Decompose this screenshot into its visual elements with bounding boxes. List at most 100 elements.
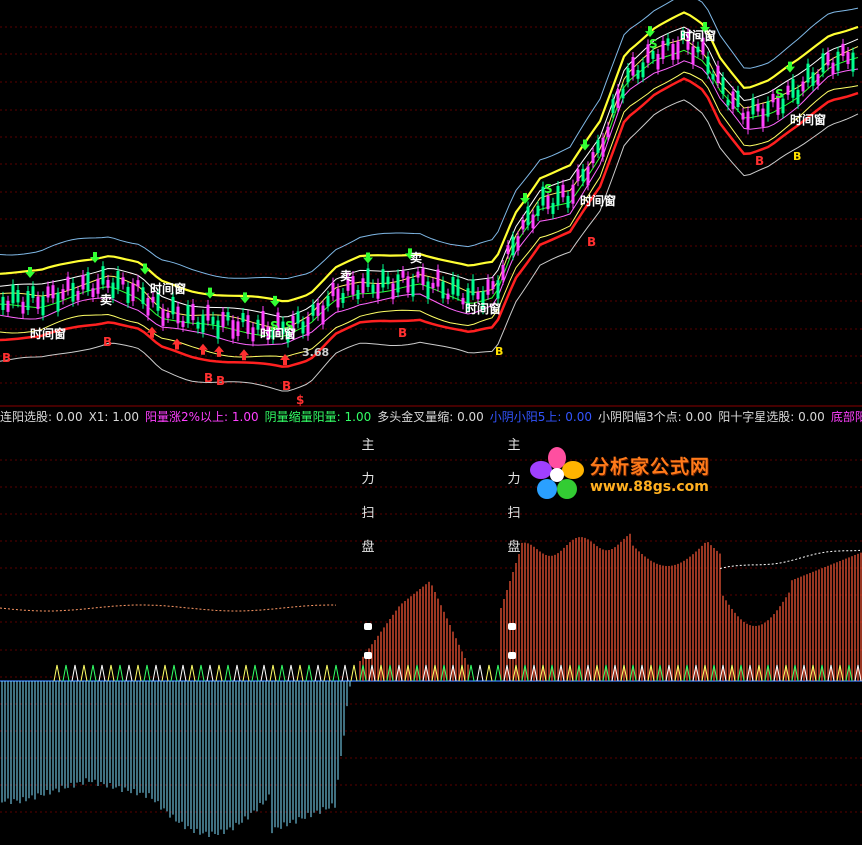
candle-body — [566, 195, 570, 208]
candle-body — [526, 206, 530, 226]
indicator-readout-bar: 连阳选股: 0.00 X1: 1.00 阳量涨2%以上: 1.00 阴量缩量阳量: 1… — [0, 408, 862, 426]
candle-body — [311, 304, 315, 316]
hand-icon — [364, 652, 372, 659]
candle-body — [211, 316, 215, 325]
candle-body — [6, 300, 10, 312]
candle-body — [791, 79, 795, 98]
signal-spike — [80, 664, 88, 682]
candle-body — [51, 285, 55, 299]
candle-body — [406, 276, 410, 293]
indicator-item: 多头金叉量缩: 0.00 — [377, 410, 484, 424]
signal-spike — [62, 664, 70, 682]
candle-body — [741, 112, 745, 120]
signal-spike — [116, 664, 124, 682]
candle-body — [486, 279, 490, 295]
candle-body — [616, 89, 620, 108]
signal-spike — [269, 664, 277, 682]
sell-arrow-icon — [205, 287, 215, 299]
candle-body — [191, 303, 195, 321]
sell-marker: S — [544, 182, 553, 196]
candle-body — [606, 126, 610, 138]
sell-arrow-icon — [363, 252, 373, 264]
candle-body — [336, 288, 340, 308]
hand-icon — [364, 623, 372, 630]
buy-marker: B — [2, 351, 11, 365]
candle-body — [766, 101, 770, 117]
sell-cn-label: 卖 — [100, 292, 112, 307]
candle-body — [426, 281, 430, 299]
dollar-marker: $ — [296, 393, 304, 407]
candle-body — [716, 65, 720, 84]
candle-body — [516, 236, 520, 251]
signal-spike — [188, 664, 196, 682]
candle-body — [106, 279, 110, 288]
candle-body — [146, 298, 150, 316]
candle-body — [756, 103, 760, 112]
candle-body — [316, 303, 320, 316]
candle-body — [411, 278, 415, 297]
candle-body — [71, 282, 75, 302]
sell-cn-label: 卖 — [340, 268, 352, 283]
candle-body — [91, 288, 95, 297]
candle-body — [431, 282, 435, 289]
candle-body — [341, 293, 345, 303]
candle-body — [571, 184, 575, 204]
vertical-label-left: 主 力 扫 盘 — [360, 429, 376, 565]
candle-body — [691, 46, 695, 64]
candle-body — [671, 43, 675, 60]
candle-body — [711, 74, 715, 80]
candle-body — [21, 301, 25, 314]
price-marker: 3.68 — [302, 346, 329, 359]
vertical-label-right: 主 力 扫 盘 — [506, 429, 522, 565]
candle-body — [476, 292, 480, 300]
candle-body — [471, 279, 475, 296]
time-window-label: 时间窗 — [260, 326, 296, 341]
candle-body — [611, 99, 615, 113]
candle-body — [116, 270, 120, 290]
candle-body — [101, 266, 105, 285]
candle-body — [556, 185, 560, 205]
candle-body — [31, 286, 35, 298]
sell-arrow-icon — [270, 295, 280, 307]
candle-body — [421, 268, 425, 286]
indicator-item: 阳量涨2%以上: 1.00 — [145, 410, 259, 424]
candle-body — [546, 195, 550, 210]
candle-body — [761, 108, 765, 127]
buy-arrow-icon — [198, 343, 208, 355]
candle-body — [356, 289, 360, 300]
vertical-char: 盘 — [361, 540, 375, 555]
candle-body — [231, 320, 235, 339]
candle-body — [491, 281, 495, 290]
signal-spike — [323, 664, 331, 682]
hand-icon — [508, 652, 516, 659]
candle-body — [326, 295, 330, 307]
candle-body — [826, 52, 830, 66]
buy-marker: B — [495, 345, 503, 358]
signal-spike — [494, 664, 502, 682]
candle-body — [76, 290, 80, 301]
signal-spike — [260, 664, 268, 682]
signal-spike — [332, 664, 340, 682]
candle-body — [586, 166, 590, 186]
candle-body — [746, 111, 750, 130]
candle-body — [56, 292, 60, 312]
sell-marker: S — [649, 37, 658, 51]
candle-body — [161, 308, 165, 326]
watermark-url: www.88gs.com — [590, 479, 709, 495]
candle-body — [371, 284, 375, 293]
candle-body — [186, 305, 190, 323]
candle-body — [581, 168, 585, 182]
signal-spike — [296, 664, 304, 682]
candle-body — [46, 286, 50, 298]
indicator-item: 小阴阳幅3个点: 0.00 — [598, 410, 713, 424]
candle-body — [121, 277, 125, 285]
time-window-label: 时间窗 — [465, 301, 501, 316]
candle-body — [796, 89, 800, 104]
candle-body — [726, 99, 730, 106]
signal-spike — [485, 664, 493, 682]
candle-body — [446, 293, 450, 300]
time-window-label: 时间窗 — [680, 28, 716, 43]
candle-body — [631, 56, 635, 76]
candle-body — [601, 137, 605, 157]
signal-spike — [53, 664, 61, 682]
